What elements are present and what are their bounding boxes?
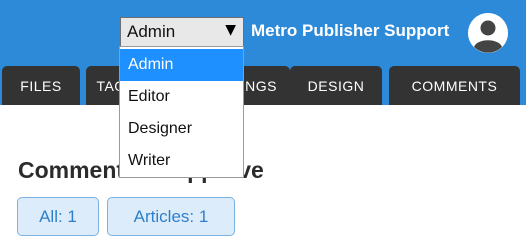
tab-files[interactable]: FILES <box>2 66 80 105</box>
role-option-designer[interactable]: Designer <box>120 113 243 145</box>
main-tabs: FILES TAGS SETTINGS DESIGN COMMENTS <box>0 66 526 105</box>
user-avatar-icon[interactable] <box>468 13 508 53</box>
role-option-editor[interactable]: Editor <box>120 81 243 113</box>
account-name[interactable]: Metro Publisher Support <box>251 21 449 41</box>
top-bar: Admin ▼ Metro Publisher Support FILES TA… <box>0 0 526 105</box>
chevron-down-icon: ▼ <box>225 22 236 38</box>
tab-design[interactable]: DESIGN <box>290 66 382 105</box>
role-select[interactable]: Admin ▼ <box>120 17 244 47</box>
role-option-writer[interactable]: Writer <box>120 145 243 177</box>
role-dropdown-menu: Admin Editor Designer Writer <box>119 46 244 178</box>
tab-comments[interactable]: COMMENTS <box>389 66 520 105</box>
filter-articles-button[interactable]: Articles: 1 <box>107 197 235 236</box>
role-option-admin[interactable]: Admin <box>120 49 243 81</box>
filter-all-button[interactable]: All: 1 <box>17 197 99 236</box>
role-select-value: Admin <box>127 22 176 41</box>
